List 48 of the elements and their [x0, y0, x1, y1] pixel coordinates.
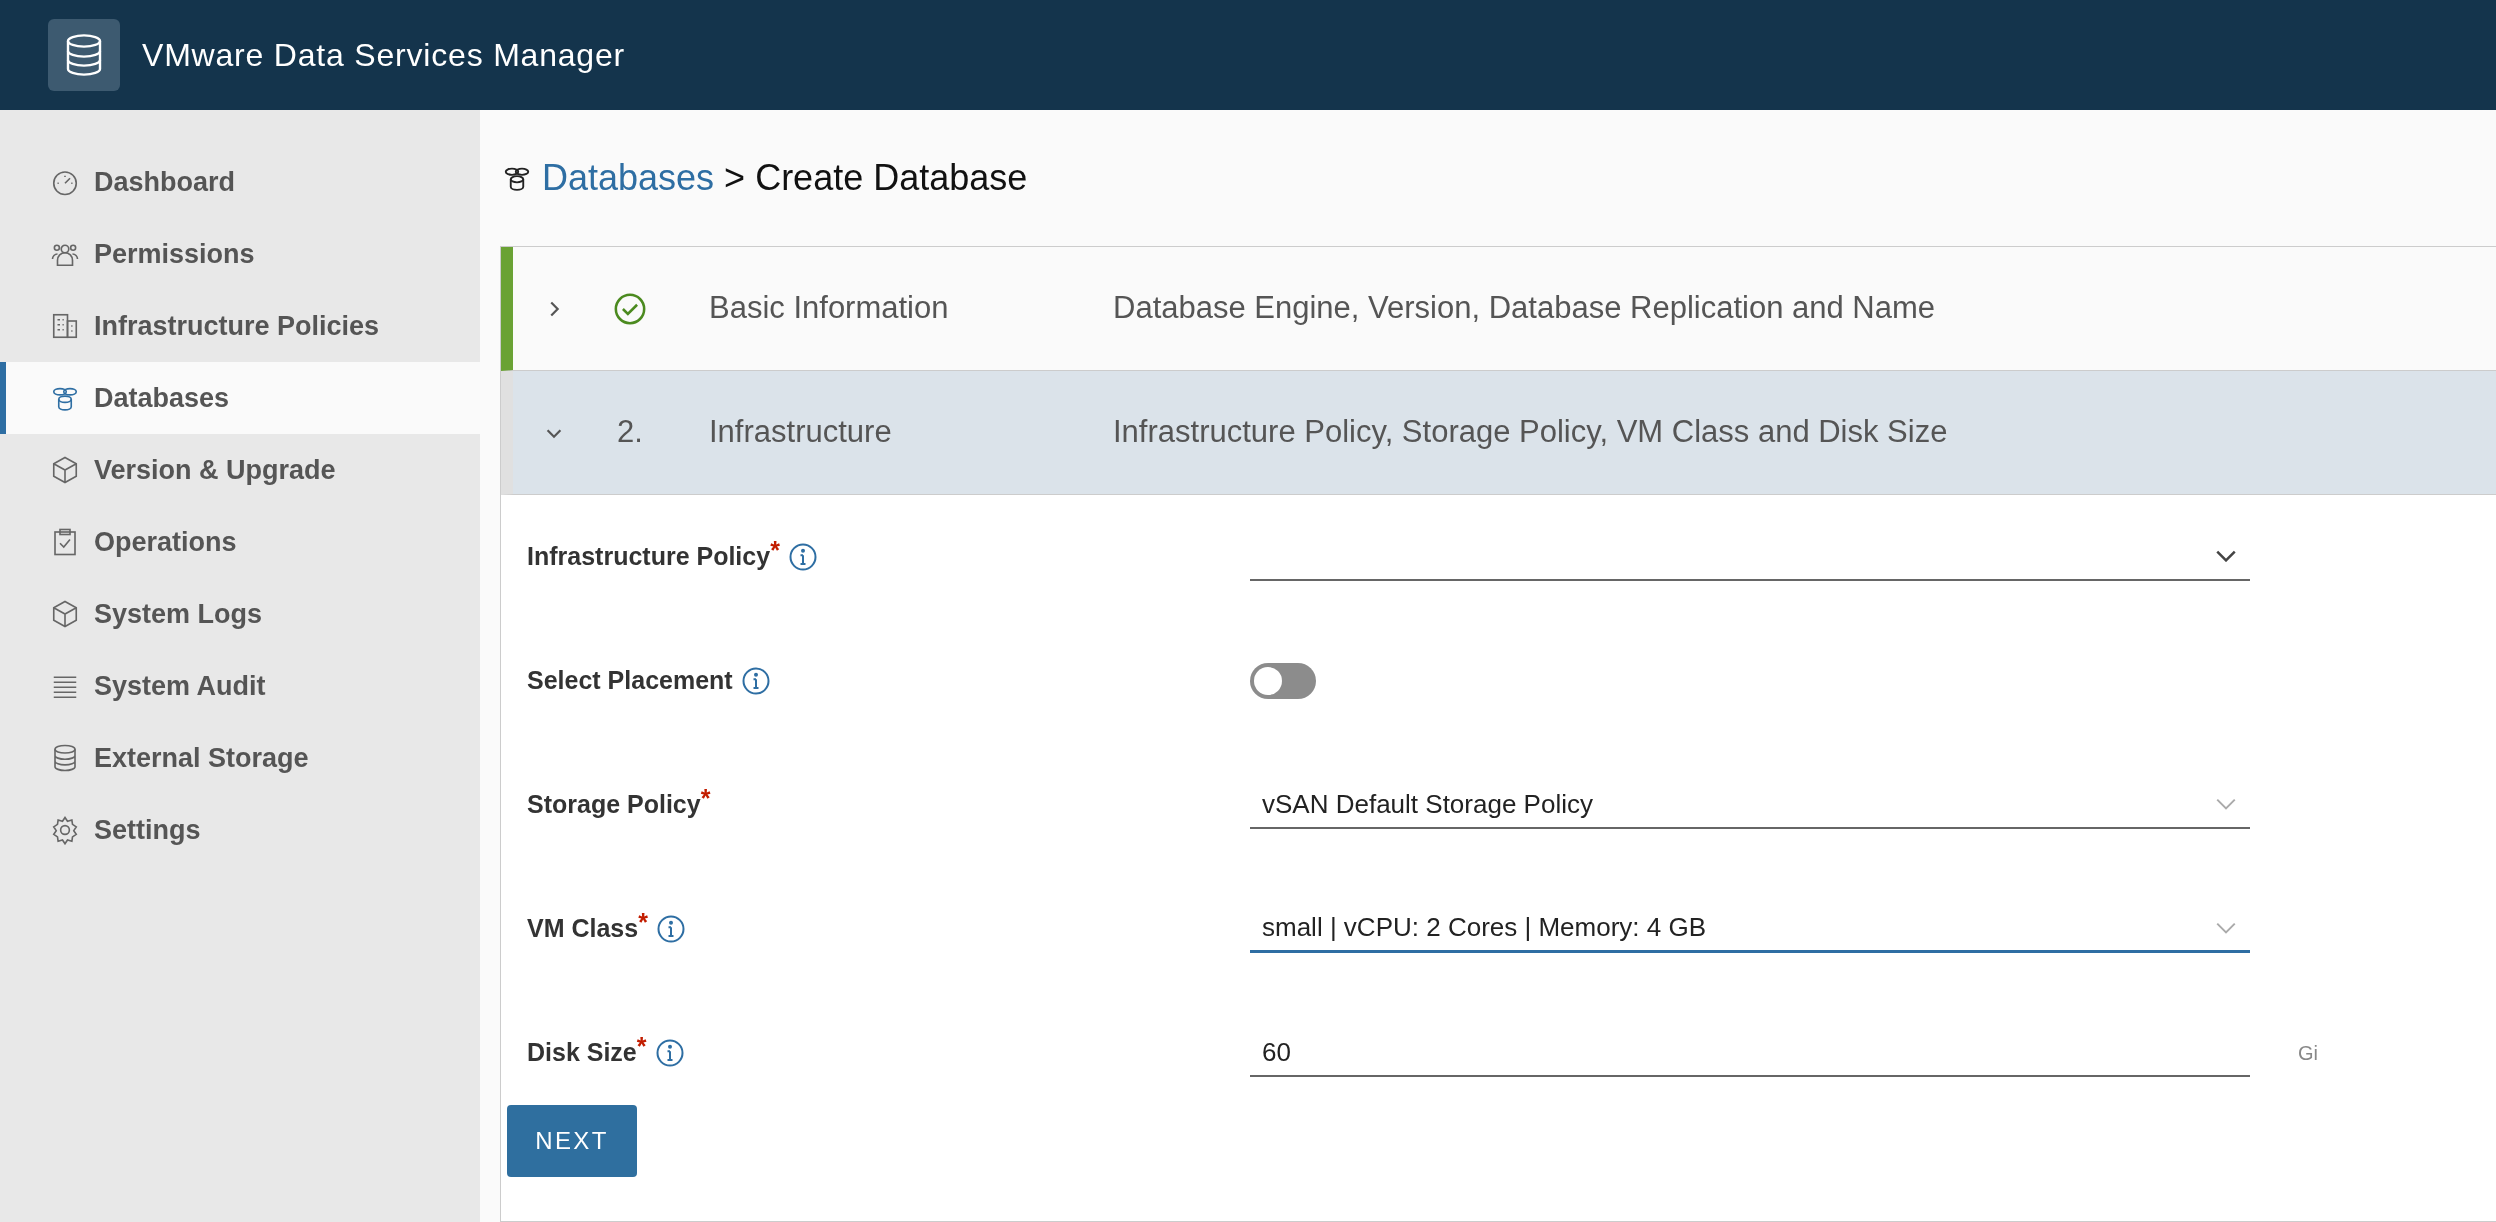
cube-icon	[50, 455, 80, 485]
caret-icon	[2216, 550, 2236, 562]
required-mark: *	[638, 907, 648, 939]
sidebar-item[interactable]: System Logs	[0, 578, 480, 650]
check-circle-icon	[613, 291, 647, 326]
app-title: VMware Data Services Manager	[142, 36, 626, 75]
sidebar-item[interactable]: Infrastructure Policies	[0, 290, 480, 362]
sidebar-item[interactable]: System Audit	[0, 650, 480, 722]
step-title: Infrastructure	[708, 413, 893, 452]
field-label: VM Class	[527, 914, 639, 945]
sidebar-item[interactable]: Version & Upgrade	[0, 434, 480, 506]
info-icon[interactable]	[654, 1038, 685, 1068]
unit-label: Gi	[2298, 1041, 2318, 1066]
sidebar-item[interactable]: Databases	[0, 362, 480, 434]
sidebar-item[interactable]: Operations	[0, 506, 480, 578]
info-icon[interactable]	[787, 542, 818, 572]
toggle-switch[interactable]	[1250, 663, 1316, 699]
step-description: Database Engine, Version, Database Replication and Name	[1113, 289, 1935, 328]
settings-icon	[50, 815, 80, 845]
breadcrumb-current: > Create Database	[724, 156, 1028, 200]
sidebar-item[interactable]: External Storage	[0, 722, 480, 794]
caret-icon	[2216, 921, 2236, 934]
step-header[interactable]: Basic Information Database Engine, Version, Database Replication and Name	[501, 247, 2496, 371]
required-mark: *	[700, 783, 711, 813]
step-header[interactable]: 2. Infrastructure Infrastructure Policy, Storage Policy, VM Class and Disk Size	[501, 371, 2496, 495]
caret-icon	[2216, 798, 2236, 810]
input-field[interactable]: 60	[1250, 1029, 2250, 1077]
cube-icon	[50, 599, 80, 629]
building-icon	[50, 311, 80, 341]
database-logo-icon	[48, 19, 120, 91]
field-label: Select Placement	[527, 665, 733, 697]
field-label: Storage Policy	[527, 790, 701, 821]
info-icon[interactable]	[740, 666, 771, 696]
breadcrumb-link[interactable]: Databases	[542, 151, 715, 205]
field-label: Infrastructure Policy	[527, 542, 771, 573]
next-button[interactable]: NEXT	[507, 1105, 637, 1177]
sidebar-item[interactable]: Settings	[0, 794, 480, 866]
step-description: Infrastructure Policy, Storage Policy, VM Class and Disk Size	[1113, 413, 1948, 452]
sidebar-item[interactable]: Dashboard	[0, 146, 480, 218]
step-number: 2.	[617, 413, 643, 452]
field-label: Disk Size	[527, 1038, 637, 1069]
select-field[interactable]: small | vCPU: 2 Cores | Memory: 4 GB	[1250, 905, 2250, 953]
step-title: Basic Information	[708, 289, 950, 328]
sidebar-item[interactable]: Permissions	[0, 218, 480, 290]
select-field[interactable]: vSAN Default Storage Policy	[1250, 781, 2250, 829]
info-icon[interactable]	[655, 914, 686, 944]
required-mark: *	[636, 1031, 647, 1063]
required-mark: *	[770, 535, 780, 565]
